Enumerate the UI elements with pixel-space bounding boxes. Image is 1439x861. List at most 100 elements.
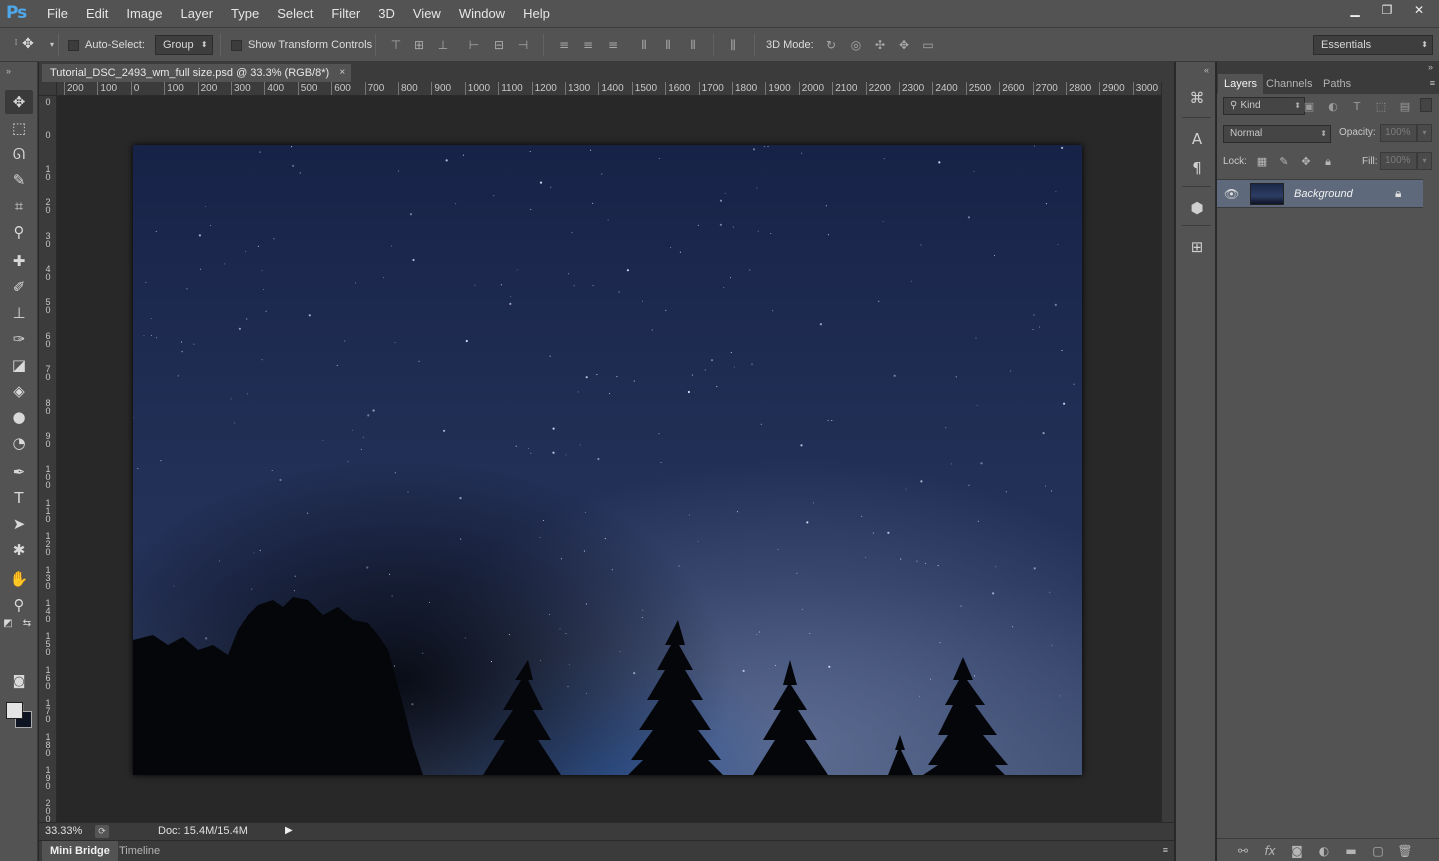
minimize-button[interactable]: ▁ [1339, 0, 1371, 20]
move-tool-preset-icon[interactable]: ✥ [20, 36, 36, 52]
tab-mini-bridge[interactable]: Mini Bridge [42, 841, 118, 861]
delete-layer-icon[interactable]: 🗑︎ [1397, 843, 1413, 859]
align-bottom-edges-icon[interactable]: ⊥ [435, 37, 451, 53]
close-tab-icon[interactable]: × [339, 64, 345, 82]
distribute-top-icon[interactable]: ≡ [556, 37, 572, 53]
panel-menu-icon[interactable]: ≡ [1430, 78, 1435, 88]
distribute-horizontal-centers-icon[interactable]: ⦀ [660, 37, 676, 53]
document-canvas-image[interactable] [133, 145, 1082, 775]
add-layer-style-icon[interactable]: fx [1262, 843, 1278, 859]
align-vertical-centers-icon[interactable]: ⊞ [411, 37, 427, 53]
type-tool-icon[interactable]: T [5, 486, 33, 510]
menu-window[interactable]: Window [450, 0, 514, 28]
menu-image[interactable]: Image [117, 0, 171, 28]
history-panel-icon[interactable]: ⌘ [1187, 88, 1207, 108]
3d-panel-icon[interactable]: ⬢ [1187, 198, 1207, 218]
quick-mask-icon[interactable]: ◙ [5, 670, 33, 694]
fill-dropdown-icon[interactable]: ▾ [1417, 152, 1432, 170]
distribute-bottom-icon[interactable]: ≡ [605, 37, 621, 53]
tab-timeline[interactable]: Timeline [111, 841, 168, 861]
opacity-input[interactable]: 100% [1380, 124, 1417, 142]
fill-input[interactable]: 100% [1380, 152, 1417, 170]
pen-tool-icon[interactable]: ✒ [5, 460, 33, 484]
align-top-edges-icon[interactable]: ⊤ [388, 37, 404, 53]
healing-brush-tool-icon[interactable]: ✚ [5, 249, 33, 273]
zoom-level[interactable]: 33.33% [45, 823, 82, 840]
adjustment-layer-icon[interactable]: ◐ [1316, 843, 1332, 859]
3d-rotate-icon[interactable]: ↻ [823, 37, 839, 53]
foreground-color-swatch[interactable] [6, 702, 23, 719]
3d-slide-icon[interactable]: ✥ [896, 37, 912, 53]
filter-adjustment-icon[interactable]: ◐ [1325, 99, 1341, 115]
properties-panel-icon[interactable]: ⊞ [1187, 237, 1207, 257]
paragraph-panel-icon[interactable]: ¶ [1187, 158, 1207, 178]
align-horizontal-centers-icon[interactable]: ⊟ [491, 37, 507, 53]
lock-position-icon[interactable]: ✥ [1299, 155, 1313, 169]
3d-roll-icon[interactable]: ◎ [848, 37, 864, 53]
lock-all-icon[interactable]: 🔒︎ [1321, 155, 1335, 169]
filter-smart-object-icon[interactable]: ▤ [1397, 99, 1413, 115]
layer-name[interactable]: Background [1294, 188, 1353, 200]
distribute-right-icon[interactable]: ⦀ [685, 37, 701, 53]
tab-layers[interactable]: Layers [1218, 74, 1264, 94]
status-menu-arrow-icon[interactable]: ▶ [285, 825, 293, 836]
distribute-vertical-centers-icon[interactable]: ≡ [580, 37, 596, 53]
align-right-edges-icon[interactable]: ⊣ [515, 37, 531, 53]
menu-view[interactable]: View [404, 0, 450, 28]
brush-tool-icon[interactable]: ✐ [5, 275, 33, 299]
restore-button[interactable]: ❐ [1371, 0, 1403, 20]
visibility-eye-icon[interactable]: 👁︎ [1224, 187, 1239, 201]
clone-stamp-tool-icon[interactable]: ⊥ [5, 301, 33, 325]
collapse-arrows-icon[interactable]: » [6, 66, 11, 76]
opacity-dropdown-icon[interactable]: ▾ [1417, 124, 1432, 142]
hand-tool-icon[interactable]: ✋ [5, 567, 33, 591]
filter-kind-dropdown[interactable]: ⚲ Kind ⬍ [1223, 97, 1305, 115]
menu-layer[interactable]: Layer [172, 0, 223, 28]
distribute-left-icon[interactable]: ⦀ [636, 37, 652, 53]
history-brush-tool-icon[interactable]: ✑ [5, 327, 33, 351]
workspace-dropdown[interactable]: Essentials ⬍ [1313, 35, 1433, 55]
menu-file[interactable]: File [38, 0, 77, 28]
document-tab[interactable]: Tutorial_DSC_2493_wm_full size.psd @ 33.… [42, 64, 352, 82]
new-group-icon[interactable]: ▬ [1343, 843, 1359, 859]
crop-tool-icon[interactable]: ⌗ [5, 194, 33, 218]
collapse-arrows-icon[interactable]: « [1204, 65, 1209, 75]
info-icon[interactable]: ⟳ [95, 825, 109, 838]
auto-select-checkbox[interactable] [68, 39, 79, 51]
blend-mode-dropdown[interactable]: Normal ⬍ [1223, 125, 1331, 143]
filter-pixel-icon[interactable]: ▣ [1301, 99, 1317, 115]
auto-select-dropdown[interactable]: Group ⬍ [155, 35, 213, 55]
menu-3d[interactable]: 3D [369, 0, 404, 28]
panel-menu-icon[interactable]: ≡ [1163, 845, 1168, 855]
zoom-tool-icon[interactable]: ⚲ [5, 593, 33, 617]
dodge-tool-icon[interactable]: ◔ [5, 431, 33, 455]
menu-filter[interactable]: Filter [322, 0, 369, 28]
ruler-origin[interactable] [39, 82, 57, 96]
tab-paths[interactable]: Paths [1317, 74, 1357, 94]
blur-tool-icon[interactable]: ● [5, 405, 33, 429]
close-button[interactable]: ✕ [1403, 0, 1435, 20]
menu-help[interactable]: Help [514, 0, 559, 28]
path-selection-tool-icon[interactable]: ➤ [5, 512, 33, 536]
filter-shape-icon[interactable]: ⬚ [1373, 99, 1389, 115]
menu-type[interactable]: Type [222, 0, 268, 28]
collapse-arrows-icon[interactable]: » [1428, 62, 1433, 72]
paint-bucket-tool-icon[interactable]: ◈ [5, 379, 33, 403]
layer-lock-icon[interactable]: 🔒︎ [1395, 186, 1401, 201]
align-left-edges-icon[interactable]: ⊢ [466, 37, 482, 53]
3d-scale-icon[interactable]: ▭ [920, 37, 936, 53]
marquee-tool-icon[interactable]: ⬚ [5, 116, 33, 140]
menu-select[interactable]: Select [268, 0, 322, 28]
default-colors-icon[interactable]: ◩ [1, 617, 15, 631]
custom-shape-tool-icon[interactable]: ✱ [5, 538, 33, 562]
menu-edit[interactable]: Edit [77, 0, 117, 28]
lock-transparent-pixels-icon[interactable]: ▦ [1255, 155, 1269, 169]
auto-align-layers-icon[interactable]: ⫼ [725, 37, 741, 53]
eyedropper-tool-icon[interactable]: ⚲ [5, 220, 33, 244]
filter-toggle[interactable] [1420, 98, 1432, 112]
quick-selection-tool-icon[interactable]: ✎ [5, 168, 33, 192]
layer-row-background[interactable]: 👁︎ Background 🔒︎ [1217, 179, 1423, 208]
swap-colors-icon[interactable]: ⇆ [20, 617, 34, 631]
vertical-scrollbar[interactable] [1161, 82, 1174, 822]
lock-image-pixels-icon[interactable]: ✎ [1277, 155, 1291, 169]
